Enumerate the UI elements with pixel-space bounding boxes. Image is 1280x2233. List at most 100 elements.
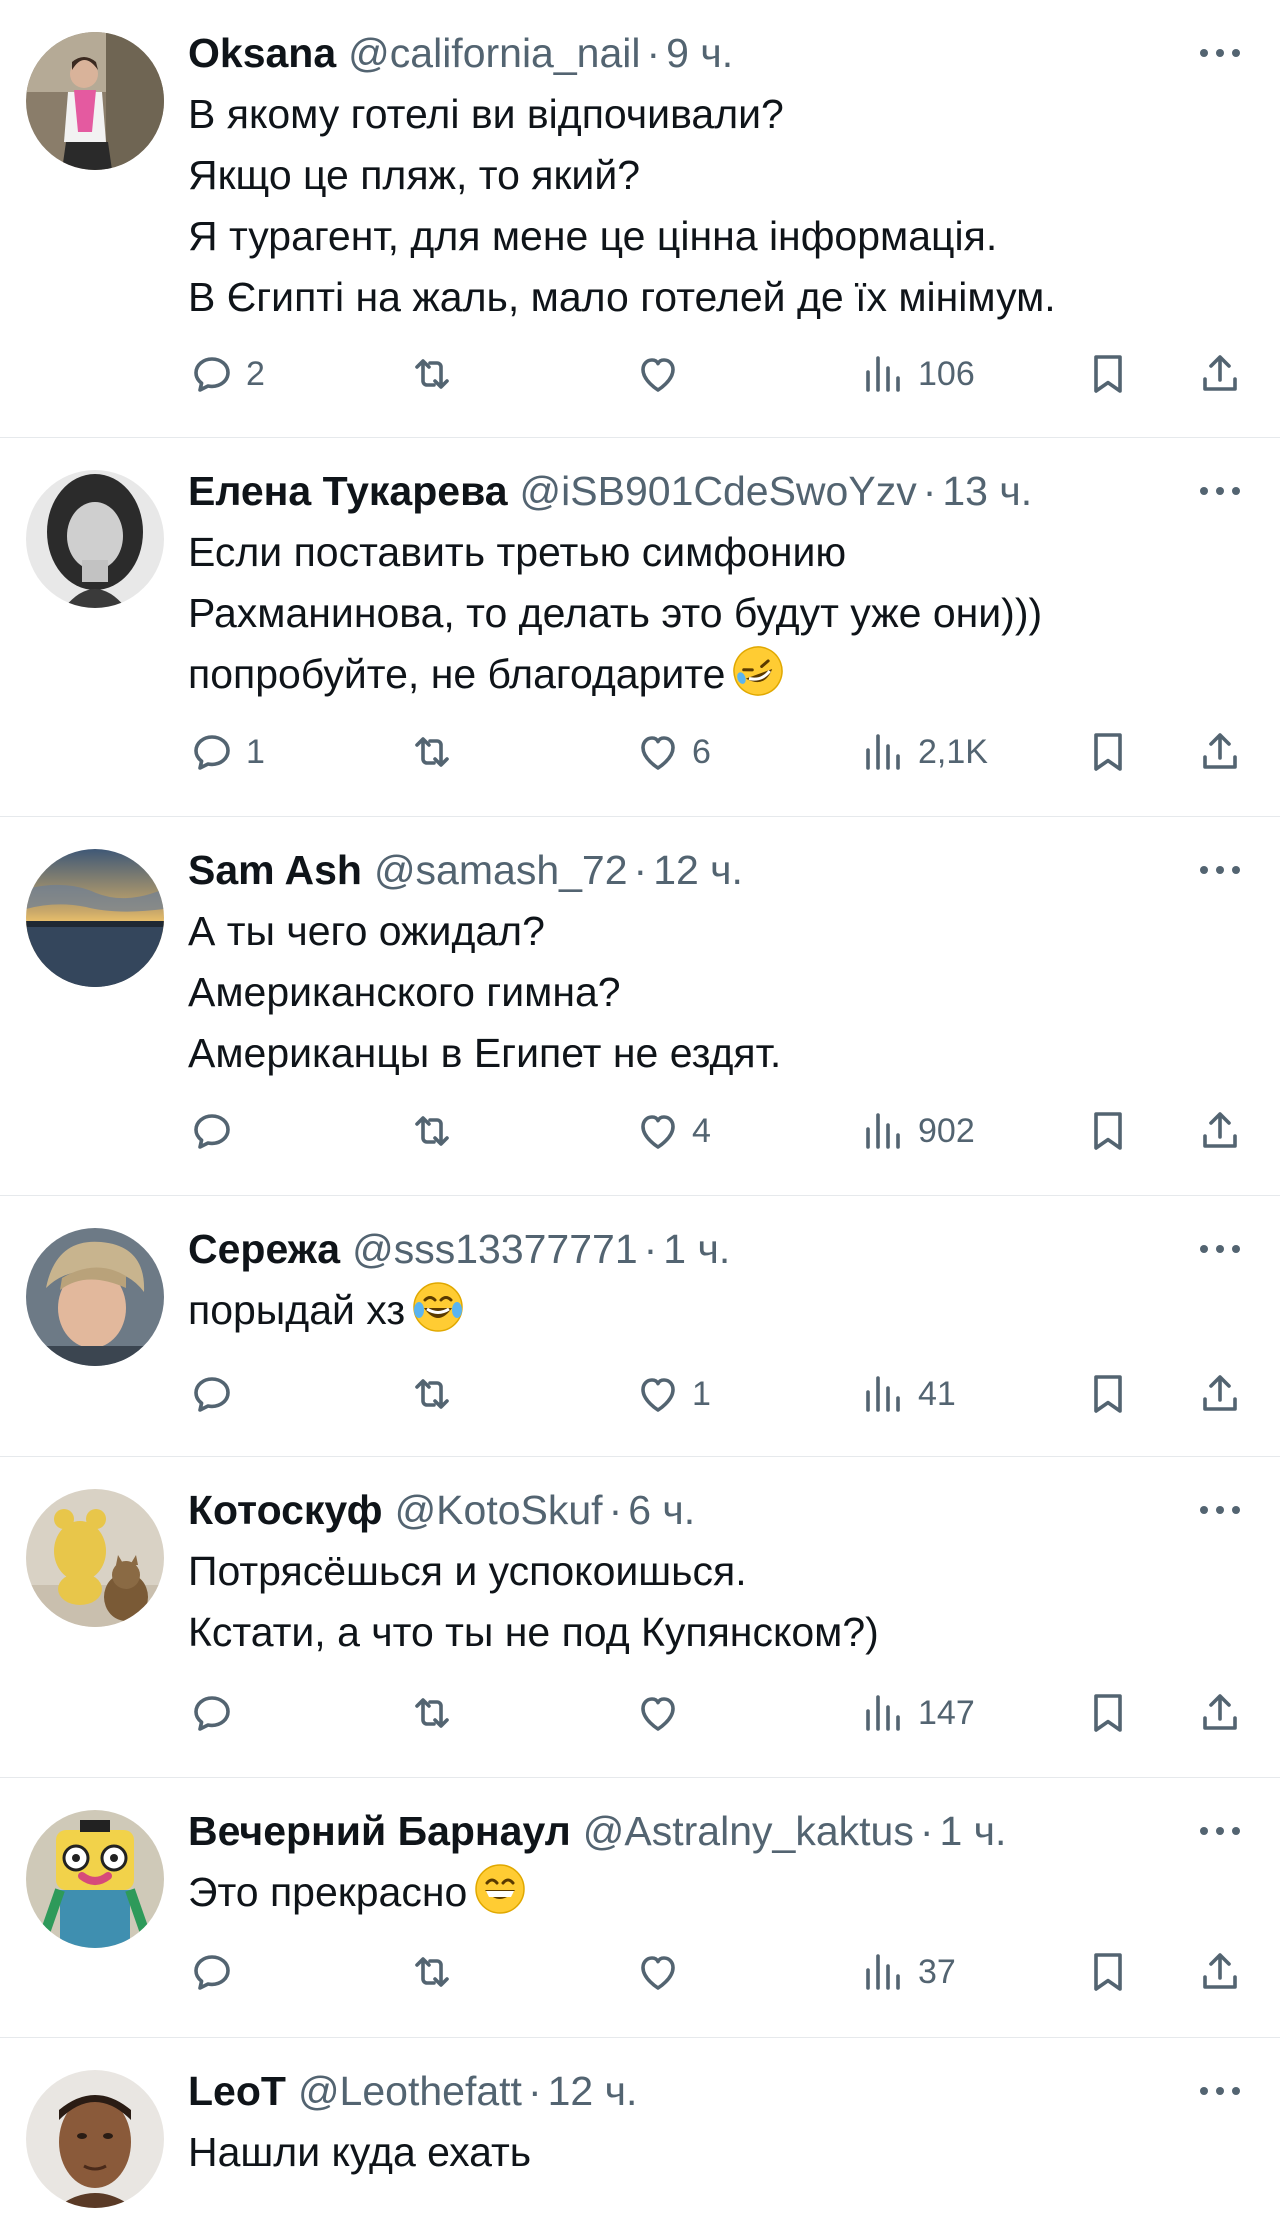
- like-button[interactable]: 4: [634, 1101, 711, 1161]
- user-handle[interactable]: @samash_72: [374, 847, 628, 894]
- views-icon: [866, 1376, 900, 1412]
- retweet-icon: [415, 1116, 449, 1146]
- user-handle[interactable]: @KotoSkuf: [395, 1487, 603, 1534]
- bookmark-button[interactable]: [1084, 1942, 1132, 2002]
- retweet-button[interactable]: [408, 722, 466, 782]
- tweet[interactable]: Sam Ash @samash_72 · 12 ч. А ты чего ожи…: [0, 817, 1280, 1196]
- avatar[interactable]: [26, 1228, 164, 1366]
- share-icon: [1203, 1375, 1237, 1411]
- bookmark-icon: [1094, 1112, 1122, 1150]
- views-button[interactable]: 147: [860, 1683, 975, 1743]
- views-button[interactable]: 902: [860, 1101, 975, 1161]
- tweet-header: LeoT @Leothefatt · 12 ч.: [188, 2060, 1250, 2122]
- like-button[interactable]: [634, 344, 692, 404]
- user-handle[interactable]: @Astralny_kaktus: [583, 1808, 914, 1855]
- user-handle[interactable]: @sss13377771: [352, 1226, 638, 1273]
- share-button[interactable]: [1196, 722, 1244, 782]
- timestamp[interactable]: 13 ч.: [942, 468, 1032, 515]
- reply-button[interactable]: [188, 1683, 246, 1743]
- heart-icon: [641, 1956, 675, 1990]
- bookmark-icon: [1094, 355, 1122, 393]
- views-button[interactable]: 2,1K: [860, 722, 988, 782]
- reply-button[interactable]: 2: [188, 344, 265, 404]
- avatar[interactable]: [26, 32, 164, 170]
- like-button[interactable]: [634, 1942, 692, 2002]
- display-name[interactable]: Sam Ash: [188, 847, 362, 894]
- timestamp[interactable]: 1 ч.: [663, 1226, 730, 1273]
- reply-button[interactable]: [188, 1364, 246, 1424]
- display-name[interactable]: Котоскуф: [188, 1487, 383, 1534]
- separator: ·: [643, 1225, 658, 1272]
- retweet-button[interactable]: [408, 344, 466, 404]
- user-handle[interactable]: @california_nail: [348, 30, 640, 77]
- reply-button[interactable]: 1: [188, 722, 265, 782]
- bookmark-button[interactable]: [1084, 344, 1132, 404]
- retweet-button[interactable]: [408, 1364, 466, 1424]
- views-button[interactable]: 41: [860, 1364, 956, 1424]
- avatar[interactable]: [26, 1810, 164, 1948]
- share-button[interactable]: [1196, 344, 1244, 404]
- bookmark-button[interactable]: [1084, 1364, 1132, 1424]
- share-button[interactable]: [1196, 1942, 1244, 2002]
- tweet[interactable]: LeoT @Leothefatt · 12 ч. Нашли куда ехат…: [0, 2038, 1280, 2233]
- view-count: 147: [918, 1693, 975, 1732]
- timestamp[interactable]: 12 ч.: [653, 847, 743, 894]
- tweet[interactable]: Елена Тукарева @iSB901CdeSwoYzv · 13 ч. …: [0, 438, 1280, 817]
- retweet-button[interactable]: [408, 1101, 466, 1161]
- reply-icon: [194, 735, 230, 770]
- bookmark-button[interactable]: [1084, 1101, 1132, 1161]
- share-button[interactable]: [1196, 1101, 1244, 1161]
- more-icon[interactable]: [1190, 1806, 1250, 1856]
- more-icon[interactable]: [1190, 466, 1250, 516]
- avatar[interactable]: [26, 470, 164, 608]
- action-bar: 147: [188, 1683, 1250, 1743]
- more-icon[interactable]: [1190, 845, 1250, 895]
- views-icon: [866, 1954, 900, 1990]
- bookmark-button[interactable]: [1084, 722, 1132, 782]
- tweet-header: Сережа @sss13377771 · 1 ч.: [188, 1218, 1250, 1280]
- display-name[interactable]: Сережа: [188, 1226, 340, 1273]
- joy-emoji: [413, 1282, 463, 1332]
- display-name[interactable]: Вечерний Барнаул: [188, 1808, 571, 1855]
- more-icon[interactable]: [1190, 1224, 1250, 1274]
- views-icon: [866, 1113, 900, 1149]
- like-button[interactable]: 1: [634, 1364, 711, 1424]
- display-name[interactable]: LeoT: [188, 2068, 286, 2115]
- share-button[interactable]: [1196, 1364, 1244, 1424]
- like-button[interactable]: [634, 1683, 692, 1743]
- retweet-button[interactable]: [408, 1942, 466, 2002]
- action-bar: 1 41: [188, 1364, 1250, 1424]
- bookmark-icon: [1094, 1953, 1122, 1991]
- avatar[interactable]: [26, 849, 164, 987]
- share-button[interactable]: [1196, 1683, 1244, 1743]
- avatar[interactable]: [26, 2070, 164, 2208]
- display-name[interactable]: Елена Тукарева: [188, 468, 508, 515]
- user-handle[interactable]: @Leothefatt: [298, 2068, 522, 2115]
- retweet-icon: [415, 737, 449, 767]
- tweet[interactable]: Oksana @california_nail · 9 ч. В якому г…: [0, 0, 1280, 438]
- reply-button[interactable]: [188, 1101, 246, 1161]
- timestamp[interactable]: 1 ч.: [939, 1808, 1006, 1855]
- grin-emoji: [475, 1864, 526, 1914]
- avatar[interactable]: [26, 1489, 164, 1627]
- timestamp[interactable]: 12 ч.: [548, 2068, 638, 2115]
- like-button[interactable]: 6: [634, 722, 711, 782]
- more-icon[interactable]: [1190, 2066, 1250, 2116]
- separator: ·: [633, 846, 648, 893]
- views-button[interactable]: 37: [860, 1942, 956, 2002]
- tweet[interactable]: Сережа @sss13377771 · 1 ч. порыдай хз 1 …: [0, 1196, 1280, 1457]
- tweet[interactable]: Котоскуф @KotoSkuf · 6 ч. Потрясёшься и …: [0, 1457, 1280, 1778]
- reply-button[interactable]: [188, 1942, 246, 2002]
- bookmark-button[interactable]: [1084, 1683, 1132, 1743]
- timestamp[interactable]: 6 ч.: [628, 1487, 695, 1534]
- more-icon[interactable]: [1190, 1485, 1250, 1535]
- tweet-header: Елена Тукарева @iSB901CdeSwoYzv · 13 ч.: [188, 460, 1250, 522]
- timestamp[interactable]: 9 ч.: [666, 30, 733, 77]
- tweet[interactable]: Вечерний Барнаул @Astralny_kaktus · 1 ч.…: [0, 1778, 1280, 2038]
- retweet-button[interactable]: [408, 1683, 466, 1743]
- display-name[interactable]: Oksana: [188, 30, 336, 77]
- more-icon[interactable]: [1190, 28, 1250, 78]
- heart-icon: [641, 736, 675, 770]
- views-button[interactable]: 106: [860, 344, 975, 404]
- user-handle[interactable]: @iSB901CdeSwoYzv: [520, 468, 917, 515]
